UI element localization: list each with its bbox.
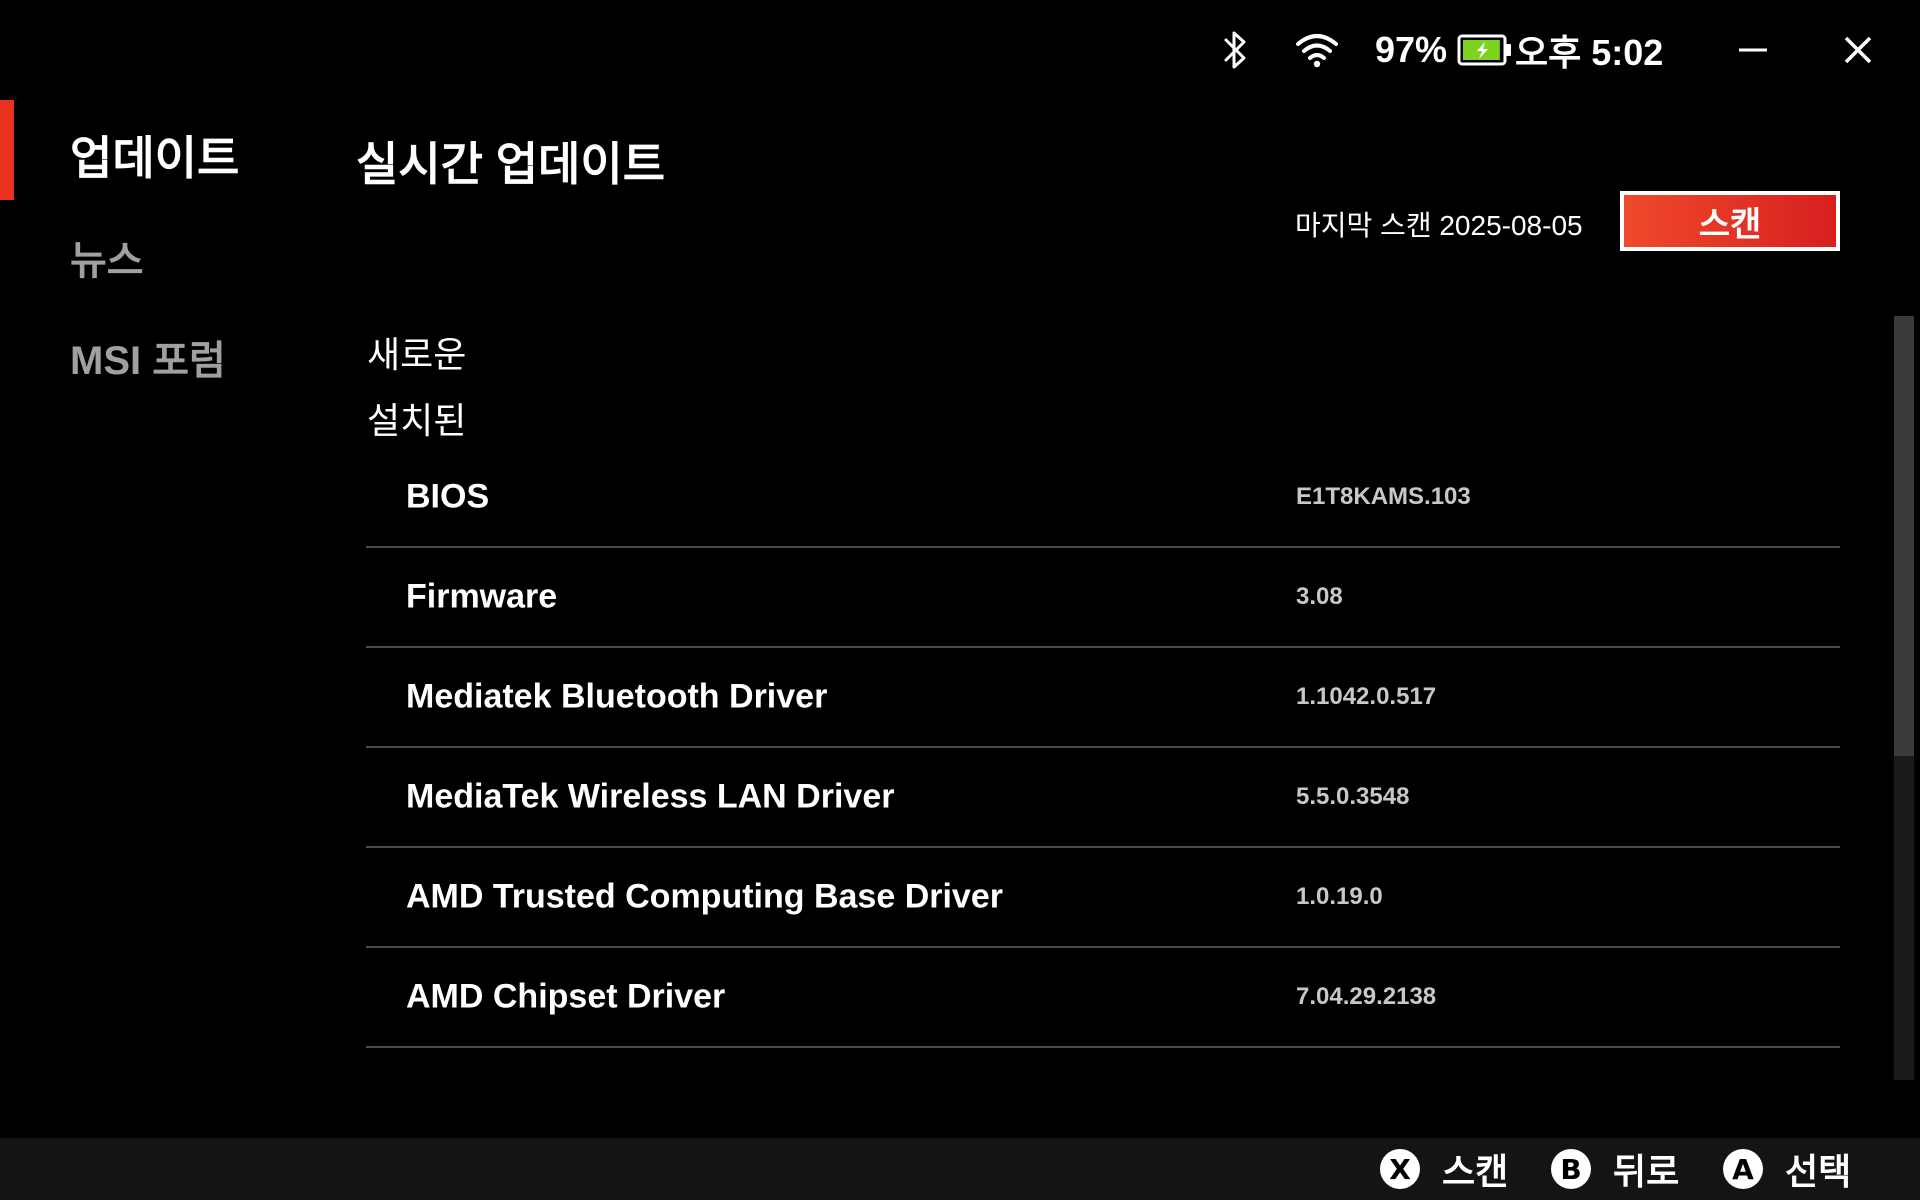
- driver-name: AMD Trusted Computing Base Driver: [406, 877, 1003, 916]
- driver-name: Mediatek Bluetooth Driver: [406, 677, 828, 716]
- wifi-icon[interactable]: [1295, 32, 1339, 68]
- driver-version: 1.0.19.0: [1296, 883, 1383, 910]
- hint-select[interactable]: A 선택: [1723, 1143, 1851, 1195]
- hint-label: 선택: [1785, 1151, 1852, 1192]
- battery-percent: 97%: [1375, 29, 1448, 70]
- minimize-icon: [1739, 48, 1767, 52]
- sidebar-item-update[interactable]: 업데이트: [70, 122, 239, 188]
- last-scan-date: 마지막 스캔 2025-08-05: [1295, 210, 1583, 241]
- scan-button[interactable]: 스캔: [1620, 191, 1840, 251]
- battery-charging-icon[interactable]: [1457, 34, 1513, 66]
- section-installed[interactable]: 설치된: [367, 392, 466, 444]
- driver-version: 1.1042.0.517: [1296, 683, 1437, 710]
- driver-row[interactable]: BIOS E1T8KAMS.103: [366, 448, 1840, 548]
- app-window: 97% 오후 5:02 업데이트 뉴스 MSI 포럼 실시간 업데이트 마지막 …: [0, 0, 1920, 1200]
- hint-scan[interactable]: X 스캔: [1380, 1143, 1508, 1195]
- driver-row[interactable]: AMD Chipset Driver 7.04.29.2138: [366, 948, 1840, 1048]
- driver-row[interactable]: Firmware 3.08: [366, 548, 1840, 648]
- driver-version: 5.5.0.3548: [1296, 783, 1410, 810]
- hint-label: 뒤로: [1613, 1151, 1680, 1192]
- driver-version: 3.08: [1296, 583, 1343, 610]
- section-new[interactable]: 새로운: [367, 326, 466, 378]
- driver-version: 7.04.29.2138: [1296, 983, 1437, 1010]
- driver-name: MediaTek Wireless LAN Driver: [406, 777, 895, 816]
- a-button-icon: A: [1723, 1149, 1763, 1189]
- driver-name: Firmware: [406, 577, 558, 616]
- sidebar-item-news[interactable]: 뉴스: [70, 228, 144, 286]
- hint-label: 스캔: [1442, 1151, 1509, 1192]
- sidebar-item-msi-forum[interactable]: MSI 포럼: [70, 328, 226, 386]
- driver-name: AMD Chipset Driver: [406, 977, 726, 1016]
- controller-hint-bar: X 스캔 B 뒤로 A 선택: [0, 1138, 1920, 1200]
- page-title: 실시간 업데이트: [356, 138, 666, 190]
- scrollbar-track[interactable]: [1894, 316, 1914, 1080]
- driver-name: BIOS: [406, 477, 490, 516]
- bluetooth-icon[interactable]: [1220, 29, 1250, 71]
- driver-row[interactable]: Mediatek Bluetooth Driver 1.1042.0.517: [366, 648, 1840, 748]
- driver-row[interactable]: AMD Trusted Computing Base Driver 1.0.19…: [366, 848, 1840, 948]
- clock: 오후 5:02: [1515, 32, 1664, 73]
- minimize-button[interactable]: [1725, 22, 1781, 78]
- active-indicator: [0, 100, 14, 200]
- close-button[interactable]: [1830, 22, 1886, 78]
- b-button-icon: B: [1551, 1149, 1591, 1189]
- installed-driver-list: BIOS E1T8KAMS.103 Firmware 3.08 Mediatek…: [366, 448, 1840, 1048]
- hint-back[interactable]: B 뒤로: [1551, 1143, 1679, 1195]
- driver-version: E1T8KAMS.103: [1296, 483, 1471, 510]
- x-button-icon: X: [1380, 1149, 1420, 1189]
- driver-row[interactable]: MediaTek Wireless LAN Driver 5.5.0.3548: [366, 748, 1840, 848]
- close-icon: [1844, 36, 1872, 64]
- scrollbar-thumb[interactable]: [1894, 316, 1914, 756]
